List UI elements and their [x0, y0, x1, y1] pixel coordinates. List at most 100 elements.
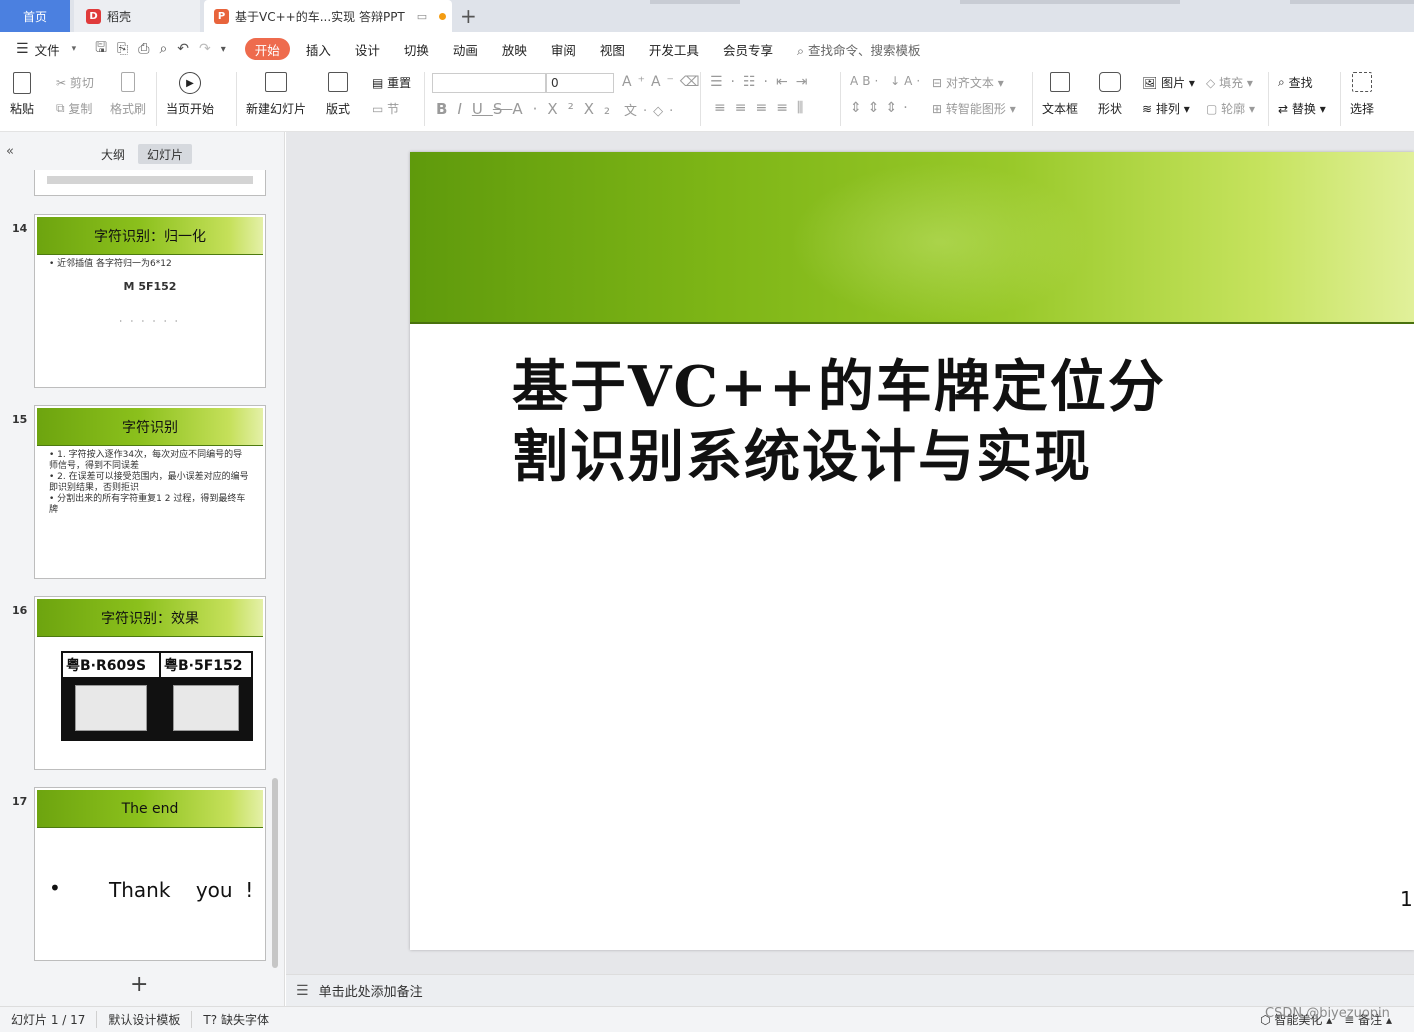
shape-icon — [1099, 72, 1121, 92]
redo-icon[interactable]: ↷ — [194, 41, 216, 57]
font-grow-shrink[interactable]: A⁺A⁻⌫ — [622, 74, 706, 90]
notes-placeholder: 单击此处添加备注 — [318, 985, 423, 1000]
list-buttons[interactable]: ☰·☷·⇤⇥ — [710, 74, 815, 90]
layout-button[interactable]: 版式 — [326, 72, 350, 117]
arrange-button[interactable]: ≋ 排列 ▾ — [1142, 100, 1190, 117]
menu-member[interactable]: 会员专享 — [711, 38, 785, 60]
add-slide-icon[interactable]: + — [130, 972, 148, 997]
menu-devtools[interactable]: 开发工具 — [637, 38, 711, 60]
tab-home[interactable]: 首页 — [0, 0, 70, 32]
line-spacing-buttons[interactable]: ⇕⇕⇕· — [850, 100, 914, 116]
layout-icon — [328, 72, 348, 92]
font-style-buttons[interactable]: B I U S A·X²X₂ — [436, 100, 620, 118]
tab-document[interactable]: P 基于VC++的车...实现 答辩PPT ▭ — [204, 0, 452, 32]
phonetic-highlight[interactable]: 文·◇· — [624, 100, 679, 119]
font-size-select[interactable]: 0 — [546, 73, 614, 93]
menu-design[interactable]: 设计 — [343, 38, 392, 60]
slide-thumbnail-17[interactable]: The end • Thank you ! — [34, 787, 266, 961]
outline-label: 轮廓 — [1221, 102, 1246, 116]
play-icon: ▶ — [179, 72, 201, 94]
separator — [236, 72, 237, 126]
outline-icon: ▢ — [1206, 101, 1218, 116]
slide-thumbnail-15[interactable]: 字符识别 • 1. 字符按入逐作34次，每次对应不同编号的导师信号，得到不同误差… — [34, 405, 266, 579]
outline-button[interactable]: ▢ 轮廓 ▾ — [1206, 100, 1255, 117]
align-text-button[interactable]: ⊟ 对齐文本 ▾ — [932, 74, 1004, 91]
find-button[interactable]: ⌕ 查找 — [1278, 74, 1313, 91]
menu-file[interactable]: 文件 — [33, 38, 72, 60]
menu-view[interactable]: 视图 — [588, 38, 637, 60]
slide-number: 14 — [12, 222, 28, 235]
copy-icon: ⧉ — [56, 101, 65, 115]
search-icon: ⌕ — [1278, 75, 1285, 89]
plate-text: 粤B·R609S — [63, 653, 159, 677]
monitor-icon[interactable]: ▭ — [417, 10, 427, 23]
new-tab-icon[interactable]: + — [460, 4, 477, 28]
slide-thumbnail-partial[interactable] — [34, 170, 266, 196]
slide-thumbnail-14[interactable]: 字符识别：归一化 • 近邻插值 各字符归一为6*12 M 5F152 · · ·… — [34, 214, 266, 388]
notes-bar[interactable]: ☰ 单击此处添加备注 — [286, 974, 1414, 1006]
reset-label: 重置 — [387, 76, 412, 90]
layers-icon: ≋ — [1142, 101, 1153, 116]
smart-art-button[interactable]: ⊞ 转智能图形 ▾ — [932, 100, 1016, 117]
save-icon[interactable]: 🖫 — [90, 37, 112, 61]
preview-icon[interactable]: ⌕ — [154, 41, 172, 57]
current-slide[interactable]: 基于VC++的车牌定位分 割识别系统设计与实现 1 — [410, 152, 1414, 950]
font-family-select[interactable] — [432, 73, 546, 93]
missing-font-button[interactable]: T? 缺失字体 — [192, 1011, 280, 1028]
reset-button[interactable]: ▤ 重置 — [372, 74, 411, 91]
chevron-down-icon[interactable]: ▾ — [72, 44, 77, 54]
panel-scrollbar[interactable] — [272, 778, 278, 968]
menu-transition[interactable]: 切换 — [392, 38, 441, 60]
select-button[interactable]: 选择 — [1350, 72, 1374, 117]
textbox-button[interactable]: 文本框 — [1042, 72, 1078, 117]
fill-label: 填充 — [1219, 76, 1244, 90]
export-icon[interactable]: ⎘ — [112, 41, 133, 57]
menu-animation[interactable]: 动画 — [441, 38, 490, 60]
unsaved-dot-icon — [439, 12, 447, 20]
menu-start[interactable]: 开始 — [244, 38, 290, 60]
print-icon[interactable]: ⎙ — [133, 41, 154, 57]
shape-label: 形状 — [1098, 102, 1123, 116]
slide-thumbnail-16[interactable]: 字符识别：效果 粤B·R609S 粤B·5F152 — [34, 596, 266, 770]
tab-slides[interactable]: 幻灯片 — [138, 144, 192, 164]
tab-outline[interactable]: 大纲 — [92, 144, 134, 164]
picture-button[interactable]: 🖼 图片 ▾ — [1142, 74, 1195, 91]
command-search[interactable]: ⌕ 查找命令、搜索模板 — [797, 40, 921, 59]
section-button[interactable]: ▭ 节 — [372, 100, 399, 117]
notes-icon: ☰ — [296, 982, 309, 999]
separator — [700, 72, 701, 126]
format-painter-button[interactable]: 格式刷 — [110, 72, 146, 117]
textbox-icon — [1050, 72, 1070, 92]
smart-art-label: 转智能图形 — [945, 102, 1006, 116]
slide-title[interactable]: 基于VC++的车牌定位分 割识别系统设计与实现 — [512, 352, 1212, 492]
customize-icon[interactable]: ▾ — [216, 44, 231, 55]
copy-button[interactable]: ⧉ 复制 — [56, 100, 92, 117]
paste-button[interactable]: 粘贴 — [10, 72, 34, 117]
paragraph-align-buttons[interactable]: ≡≡≡≡⫼ — [714, 100, 812, 116]
shape-button[interactable]: 形状 — [1098, 72, 1122, 117]
fill-button[interactable]: ◇ 填充 ▾ — [1206, 74, 1253, 91]
design-template[interactable]: 默认设计模板 — [97, 1011, 193, 1028]
play-from-current-button[interactable]: ▶ 当页开始 — [166, 72, 214, 117]
slides-panel: « 大纲 幻灯片 14 字符识别：归一化 • 近邻插值 各字符归一为6*12 M… — [0, 132, 285, 1006]
text-direction-buttons[interactable]: AB· ↓A· — [850, 74, 924, 88]
collapse-icon[interactable]: « — [6, 144, 14, 159]
menu-review[interactable]: 审阅 — [539, 38, 588, 60]
menu-insert[interactable]: 插入 — [294, 38, 343, 60]
undo-icon[interactable]: ↶ — [172, 41, 194, 57]
slide-number: 17 — [12, 795, 28, 808]
new-slide-button[interactable]: 新建幻灯片 — [246, 72, 306, 117]
hamburger-icon[interactable]: ☰ — [16, 41, 29, 57]
panel-header: « 大纲 幻灯片 — [0, 132, 285, 172]
tab-straw[interactable]: D 稻壳 — [74, 0, 200, 32]
result-screenshot: 粤B·R609S — [61, 651, 161, 741]
align-text-label: 对齐文本 — [945, 76, 994, 90]
menu-slideshow[interactable]: 放映 — [490, 38, 539, 60]
thumb-title: 字符识别 — [37, 408, 263, 446]
cut-button[interactable]: ✂ 剪切 — [56, 74, 94, 91]
copy-label: 复制 — [68, 102, 93, 116]
separator — [840, 72, 841, 126]
thumb-bullet: • 2. 在误差可以接受范围内，最小误差对应的编号即识别结果，否则拒识 — [49, 472, 249, 493]
replace-button[interactable]: ⇄ 替换 ▾ — [1278, 100, 1326, 117]
clipboard-icon — [13, 72, 31, 94]
